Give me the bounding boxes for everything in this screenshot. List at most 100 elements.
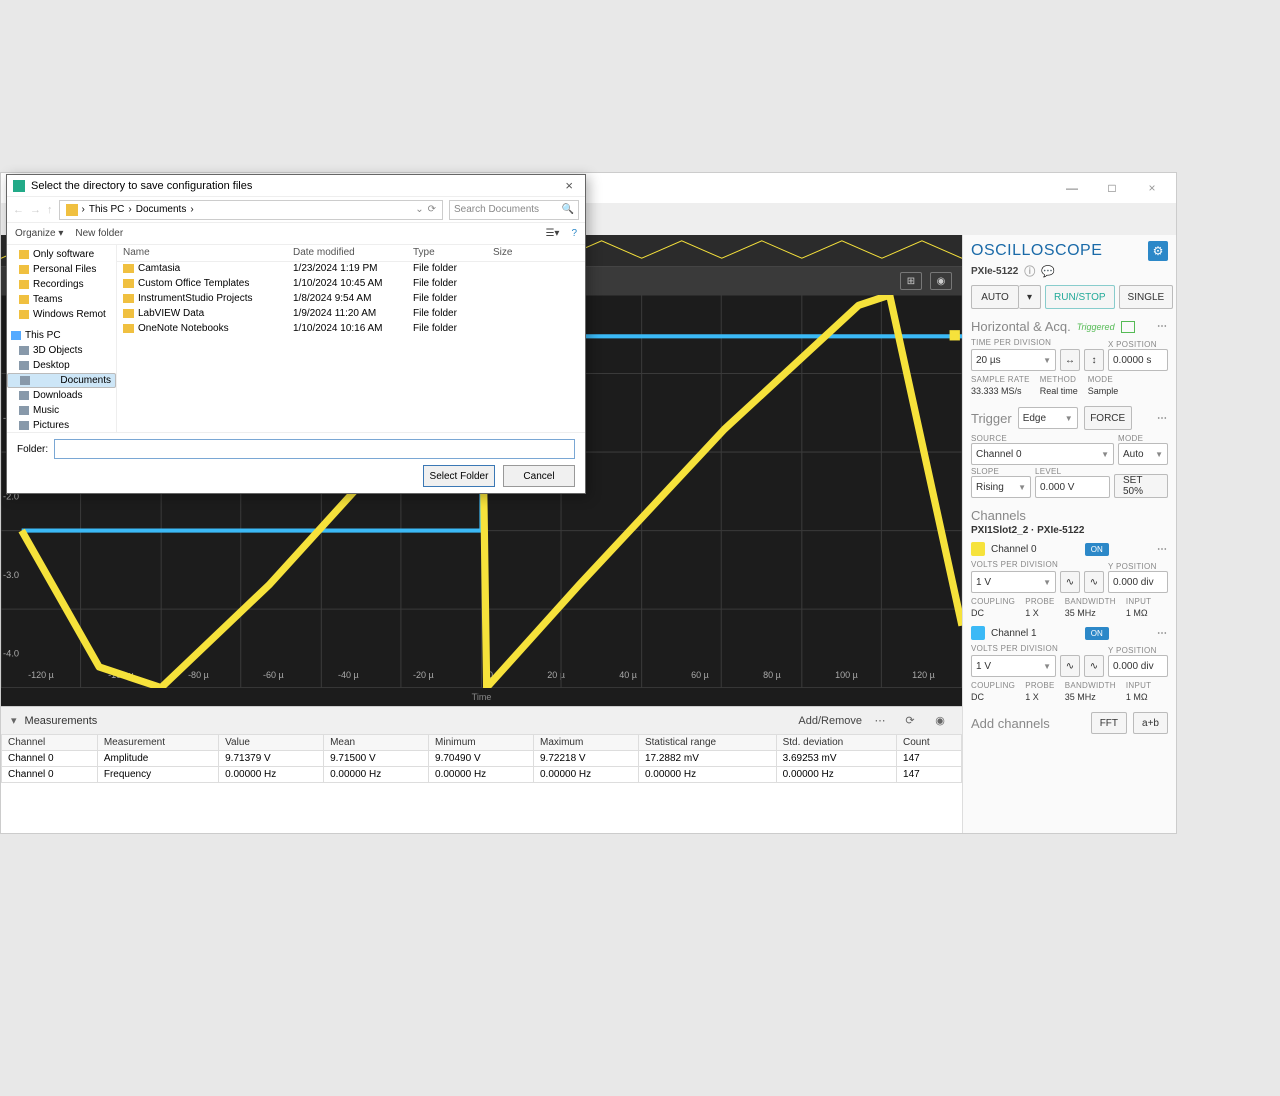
breadcrumb[interactable]: › This PC› Documents› ⌄⟳ — [59, 200, 444, 220]
folder-tree[interactable]: Only software Personal Files Recordings … — [7, 245, 117, 432]
device-label: PXIe-5122 — [971, 266, 1018, 277]
search-icon: 🔍 — [562, 204, 574, 215]
folder-dialog: Select the directory to save configurati… — [6, 174, 586, 494]
xpos-label: X POSITION — [1108, 340, 1168, 349]
channel-path: PXI1Slot2_2 · PXIe-5122 — [971, 525, 1168, 536]
list-item[interactable]: LabVIEW Data1/9/2024 11:20 AMFile folder — [117, 306, 585, 321]
more-icon[interactable]: ⋯ — [1157, 321, 1168, 332]
list-item[interactable]: InstrumentStudio Projects1/8/2024 9:54 A… — [117, 291, 585, 306]
eye-icon[interactable]: ◉ — [928, 711, 952, 731]
ch0-toggle[interactable]: ON — [1085, 543, 1109, 556]
dialog-title: Select the directory to save configurati… — [31, 180, 252, 192]
folder-label: Folder: — [17, 444, 48, 455]
close-button[interactable]: × — [1132, 176, 1172, 200]
force-button[interactable]: FORCE — [1084, 406, 1132, 430]
dialog-toolbar: Organize ▾ New folder ☰▾ ? — [7, 223, 585, 245]
view-icon[interactable]: ☰▾ — [545, 228, 559, 239]
gear-icon[interactable]: ⚙ — [1148, 241, 1168, 261]
select-folder-button[interactable]: Select Folder — [423, 465, 495, 487]
ch1-toggle[interactable]: ON — [1085, 627, 1109, 640]
refresh-icon[interactable]: ⟳ — [898, 711, 922, 731]
back-icon[interactable]: ← — [13, 204, 24, 216]
folder-icon — [123, 324, 134, 333]
organize-menu[interactable]: Organize ▾ — [15, 228, 63, 239]
trigger-title: Trigger — [971, 411, 1012, 426]
dialog-footer: Folder: Select Folder Cancel — [7, 432, 585, 493]
measurements-table: ChannelMeasurementValueMeanMinimumMaximu… — [1, 734, 962, 833]
list-item[interactable]: OneNote Notebooks1/10/2024 10:16 AMFile … — [117, 321, 585, 336]
more-icon[interactable]: ⋯ — [868, 711, 892, 731]
run-stop-button[interactable]: RUN/STOP — [1045, 285, 1115, 309]
source-select[interactable]: Channel 0▼ — [971, 443, 1114, 465]
ch1-label: Channel 1 — [991, 628, 1037, 639]
ch1-vdiv-select[interactable]: 1 V▼ — [971, 655, 1056, 677]
channels-title: Channels — [971, 508, 1168, 523]
math-button[interactable]: a+b — [1133, 712, 1168, 734]
folder-list[interactable]: Name Date modified Type Size Camtasia1/2… — [117, 245, 585, 432]
more-icon[interactable]: ⋯ — [1157, 628, 1168, 639]
folder-icon — [123, 309, 134, 318]
zoom-out-icon[interactable]: ↔ — [1060, 349, 1080, 371]
wave-icon[interactable]: ∿ — [1060, 655, 1080, 677]
chart-icon[interactable]: ⊞ — [900, 272, 922, 290]
slope-label: SLOPE — [971, 467, 1031, 476]
pc-icon — [11, 331, 21, 340]
info-icon[interactable]: ⓘ — [1024, 263, 1035, 279]
more-icon[interactable]: ⋯ — [1157, 544, 1168, 555]
more-icon[interactable]: ⋯ — [1157, 413, 1168, 424]
list-item[interactable]: Camtasia1/23/2024 1:19 PMFile folder — [117, 261, 585, 276]
forward-icon[interactable]: → — [30, 204, 41, 216]
time-div-select[interactable]: 20 µs▼ — [971, 349, 1056, 371]
add-remove-button[interactable]: Add/Remove — [798, 715, 862, 727]
xpos-input[interactable]: 0.0000 s — [1108, 349, 1168, 371]
eye-icon[interactable]: ◉ — [930, 272, 952, 290]
wave-icon[interactable]: ∿ — [1084, 655, 1104, 677]
folder-icon — [123, 279, 134, 288]
search-input[interactable]: Search Documents🔍 — [449, 200, 579, 220]
level-input[interactable]: 0.000 V — [1035, 476, 1110, 498]
slope-select[interactable]: Rising▼ — [971, 476, 1031, 498]
x-axis-label: Time — [1, 692, 962, 706]
level-label: LEVEL — [1035, 467, 1110, 476]
ch0-ypos-input[interactable]: 0.000 div — [1108, 571, 1168, 593]
dialog-nav: ← → ↑ › This PC› Documents› ⌄⟳ Search Do… — [7, 197, 585, 223]
trig-mode-label: MODE — [1118, 434, 1168, 443]
minimize-button[interactable]: — — [1052, 176, 1092, 200]
new-folder-button[interactable]: New folder — [75, 228, 123, 239]
auto-dropdown[interactable]: ▾ — [1019, 285, 1041, 309]
side-panel: OSCILLOSCOPE ⚙ PXIe-5122 ⓘ 💬 AUTO ▾ RUN/… — [962, 235, 1176, 833]
measurements-header[interactable]: ▾ Measurements Add/Remove ⋯ ⟳ ◉ — [1, 706, 962, 734]
panel-title: OSCILLOSCOPE — [971, 242, 1102, 260]
trig-mode-select[interactable]: Auto▼ — [1118, 443, 1168, 465]
single-button[interactable]: SINGLE — [1119, 285, 1174, 309]
auto-button[interactable]: AUTO — [971, 285, 1019, 309]
up-icon[interactable]: ↑ — [47, 204, 53, 216]
ch1-ypos-input[interactable]: 0.000 div — [1108, 655, 1168, 677]
horizontal-title: Horizontal & Acq. — [971, 319, 1071, 334]
add-channels-title: Add channels — [971, 716, 1085, 731]
cancel-button[interactable]: Cancel — [503, 465, 575, 487]
dialog-titlebar: Select the directory to save configurati… — [7, 175, 585, 197]
tree-item-selected: Documents — [7, 373, 116, 388]
close-icon[interactable]: × — [559, 178, 579, 193]
zoom-in-icon[interactable]: ↕ — [1084, 349, 1104, 371]
ch0-color-icon — [971, 542, 985, 556]
comment-icon[interactable]: 💬 — [1041, 265, 1055, 278]
folder-icon — [123, 294, 134, 303]
wave-icon[interactable]: ∿ — [1060, 571, 1080, 593]
fft-button[interactable]: FFT — [1091, 712, 1127, 734]
table-row[interactable]: Channel 0Amplitude9.71379 V9.71500 V9.70… — [2, 751, 962, 767]
dialog-app-icon — [13, 180, 25, 192]
list-item[interactable]: Custom Office Templates1/10/2024 10:45 A… — [117, 276, 585, 291]
set50-button[interactable]: SET 50% — [1114, 474, 1168, 498]
ch0-vdiv-select[interactable]: 1 V▼ — [971, 571, 1056, 593]
source-label: SOURCE — [971, 434, 1114, 443]
folder-input[interactable] — [54, 439, 575, 459]
help-icon[interactable]: ? — [571, 228, 577, 239]
svg-text:-3.0: -3.0 — [3, 570, 19, 580]
table-row[interactable]: Channel 0Frequency0.00000 Hz0.00000 Hz0.… — [2, 767, 962, 783]
maximize-button[interactable]: □ — [1092, 176, 1132, 200]
trigger-type-select[interactable]: Edge▼ — [1018, 407, 1078, 429]
measurements-title: Measurements — [25, 715, 98, 727]
wave-icon[interactable]: ∿ — [1084, 571, 1104, 593]
